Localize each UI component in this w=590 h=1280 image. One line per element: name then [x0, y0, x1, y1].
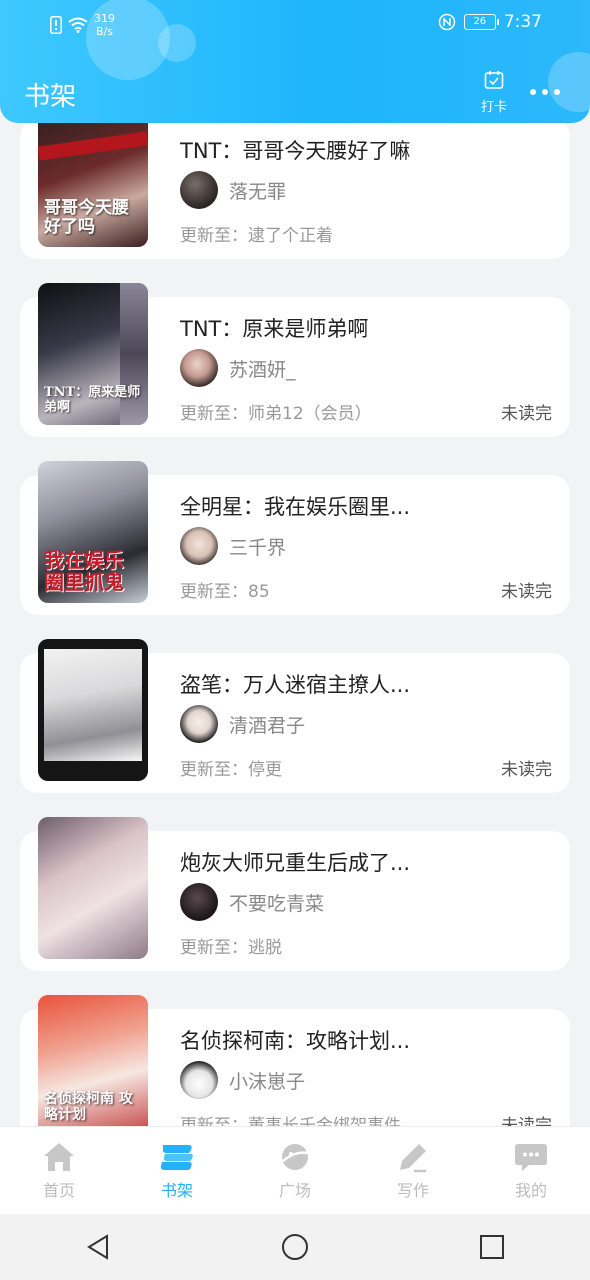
book-card[interactable]: 盗笔：万人迷宿主撩人... 清酒君子 更新至：停更 未读完 — [20, 639, 570, 793]
home-circle-icon[interactable] — [281, 1233, 309, 1261]
book-card[interactable]: 我在娱乐圈里抓鬼 全明星：我在娱乐圈里... 三千界 更新至：85 未读完 — [20, 461, 570, 615]
bookshelf-list[interactable]: 哥哥今天腰好了吗 TNT：哥哥今天腰好了嘛 落无罪 更新至：逮了个正着 TNT：… — [0, 0, 590, 1126]
more-dot-icon — [554, 89, 560, 95]
book-title: TNT：原来是师弟啊 — [180, 317, 369, 341]
book-cover[interactable] — [38, 817, 148, 959]
wifi-icon — [68, 17, 88, 33]
notification-alert-icon — [50, 16, 62, 34]
author-avatar — [180, 1061, 218, 1099]
author-avatar — [180, 349, 218, 387]
author-name: 苏酒妍_ — [229, 358, 296, 381]
tab-label: 首页 — [42, 1181, 75, 1200]
author-name: 三千界 — [229, 536, 287, 559]
tab-home[interactable]: 首页 — [0, 1127, 118, 1215]
author-row: 苏酒妍_ — [180, 349, 296, 387]
author-row: 清酒君子 — [180, 705, 305, 743]
book-cover-text: 名侦探柯南 攻略计划 — [44, 1091, 133, 1123]
book-card[interactable]: 哥哥今天腰好了吗 TNT：哥哥今天腰好了嘛 落无罪 更新至：逮了个正着 — [20, 105, 570, 259]
author-row: 小沫崽子 — [180, 1061, 305, 1099]
book-card[interactable]: TNT：原来是师弟啊 TNT：原来是师弟啊 苏酒妍_ 更新至：师弟12（会员） … — [20, 283, 570, 437]
book-title: TNT：哥哥今天腰好了嘛 — [180, 139, 411, 163]
author-avatar — [180, 705, 218, 743]
author-row: 不要吃青菜 — [180, 883, 324, 921]
read-status: 未读完 — [501, 404, 552, 424]
author-row: 三千界 — [180, 527, 286, 565]
author-name: 不要吃青菜 — [229, 892, 325, 915]
update-text: 更新至：85 — [180, 582, 270, 602]
author-name: 落无罪 — [229, 180, 287, 203]
read-status: 未读完 — [501, 582, 552, 602]
chat-bubble-icon — [515, 1144, 547, 1171]
update-text: 更新至：停更 — [180, 760, 282, 780]
author-row: 落无罪 — [180, 171, 286, 209]
tab-label: 广场 — [278, 1181, 311, 1200]
checkin-button[interactable]: 打卡 — [474, 70, 514, 115]
author-avatar — [180, 171, 218, 209]
read-status: 未读完 — [501, 760, 552, 780]
tab-bookshelf[interactable]: 书架 — [118, 1127, 236, 1215]
page-title: 书架 — [24, 82, 77, 112]
book-cover[interactable]: TNT：原来是师弟啊 — [38, 283, 148, 425]
book-title: 炮灰大师兄重生后成了... — [180, 851, 411, 875]
network-speed-value: 319 — [94, 12, 115, 25]
read-status: 未读完 — [501, 1116, 552, 1126]
battery-icon: 26 — [463, 14, 499, 30]
book-card[interactable]: 名侦探柯南 攻略计划 名侦探柯南：攻略计划... 小沫崽子 更新至：董事长千金绑… — [20, 995, 570, 1126]
update-text: 更新至：逃脱 — [180, 938, 282, 958]
book-title: 全明星：我在娱乐圈里... — [180, 495, 411, 519]
book-card[interactable]: 炮灰大师兄重生后成了... 不要吃青菜 更新至：逃脱 — [20, 817, 570, 971]
book-cover-text: 我在娱乐圈里抓鬼 — [44, 548, 124, 594]
author-avatar — [180, 527, 218, 565]
book-cover-text: TNT：原来是师弟啊 — [44, 385, 141, 415]
book-cover[interactable] — [38, 639, 148, 781]
nfc-icon — [438, 13, 456, 31]
network-speed: 319 B/s — [94, 12, 115, 38]
update-text: 更新至：董事长千金绑架事件 — [180, 1116, 401, 1126]
back-triangle-icon[interactable] — [85, 1233, 111, 1261]
clock: 7:37 — [503, 12, 542, 32]
author-name: 小沫崽子 — [229, 1070, 306, 1093]
network-speed-unit: B/s — [96, 25, 113, 38]
more-menu-button[interactable] — [530, 84, 566, 100]
tab-label: 我的 — [514, 1181, 547, 1200]
update-text: 更新至：师弟12（会员） — [180, 404, 372, 424]
tab-mine[interactable]: 我的 — [472, 1127, 590, 1215]
home-icon — [44, 1143, 74, 1171]
status-bar: 319 B/s 26 7:37 — [0, 0, 590, 46]
checkin-label: 打卡 — [480, 100, 507, 115]
author-name: 清酒君子 — [229, 714, 306, 737]
planet-icon — [282, 1144, 309, 1170]
book-cover[interactable]: 名侦探柯南 攻略计划 — [38, 995, 148, 1126]
bookshelf-icon — [160, 1145, 193, 1170]
tab-label: 写作 — [396, 1181, 429, 1200]
more-dot-icon — [542, 89, 548, 95]
system-navigation-bar — [0, 1214, 590, 1280]
app-header: 319 B/s 26 7:37 书架 打卡 — [0, 0, 590, 123]
book-cover-text: 哥哥今天腰好了吗 — [44, 198, 129, 237]
tab-label: 书架 — [160, 1181, 193, 1200]
more-dot-icon — [530, 89, 536, 95]
author-avatar — [180, 883, 218, 921]
bottom-tab-bar: 首页 书架 广场 写作 我的 — [0, 1126, 590, 1215]
book-cover[interactable]: 哥哥今天腰好了吗 — [38, 105, 148, 247]
update-text: 更新至：逮了个正着 — [180, 226, 333, 246]
pen-icon — [400, 1144, 426, 1173]
recents-square-icon[interactable] — [479, 1234, 505, 1260]
book-cover[interactable]: 我在娱乐圈里抓鬼 — [38, 461, 148, 603]
tab-square[interactable]: 广场 — [236, 1127, 354, 1215]
tab-write[interactable]: 写作 — [354, 1127, 472, 1215]
calendar-check-icon — [484, 71, 504, 89]
book-title: 盗笔：万人迷宿主撩人... — [180, 673, 411, 697]
book-title: 名侦探柯南：攻略计划... — [180, 1029, 411, 1053]
